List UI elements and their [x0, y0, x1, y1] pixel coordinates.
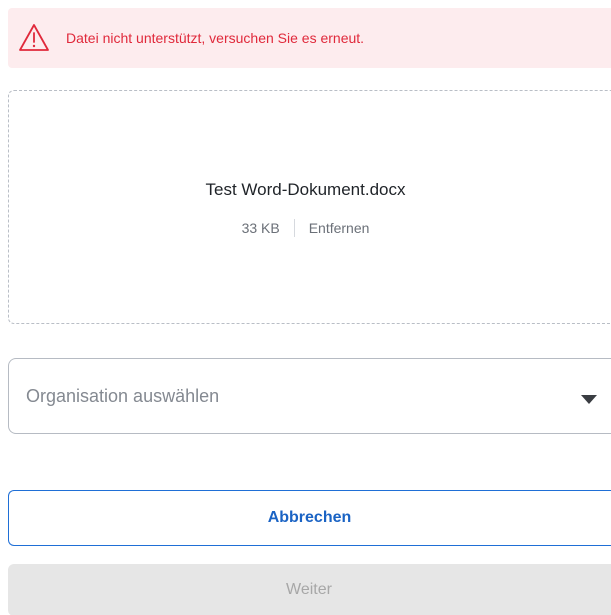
organization-select-placeholder: Organisation auswählen	[26, 385, 220, 406]
warning-triangle-icon	[18, 22, 50, 54]
cancel-button[interactable]: Abbrechen	[8, 490, 611, 546]
file-size: 33 KB	[241, 220, 280, 236]
error-message: Datei nicht unterstützt, versuchen Sie e…	[66, 30, 365, 46]
file-dropzone[interactable]	[8, 90, 611, 324]
caret-down-icon[interactable]	[581, 395, 597, 404]
file-name: Test Word-Dokument.docx	[205, 180, 406, 199]
meta-divider	[293, 219, 295, 237]
upload-page: Datei nicht unterstützt, versuchen Sie e…	[0, 0, 611, 615]
organization-select[interactable]: Organisation auswählen	[8, 358, 611, 434]
error-alert: Datei nicht unterstützt, versuchen Sie e…	[8, 8, 611, 68]
remove-file-link[interactable]: Entfernen	[309, 220, 370, 236]
file-meta: 33 KB Entfernen	[0, 219, 611, 237]
next-button[interactable]: Weiter	[8, 564, 611, 615]
